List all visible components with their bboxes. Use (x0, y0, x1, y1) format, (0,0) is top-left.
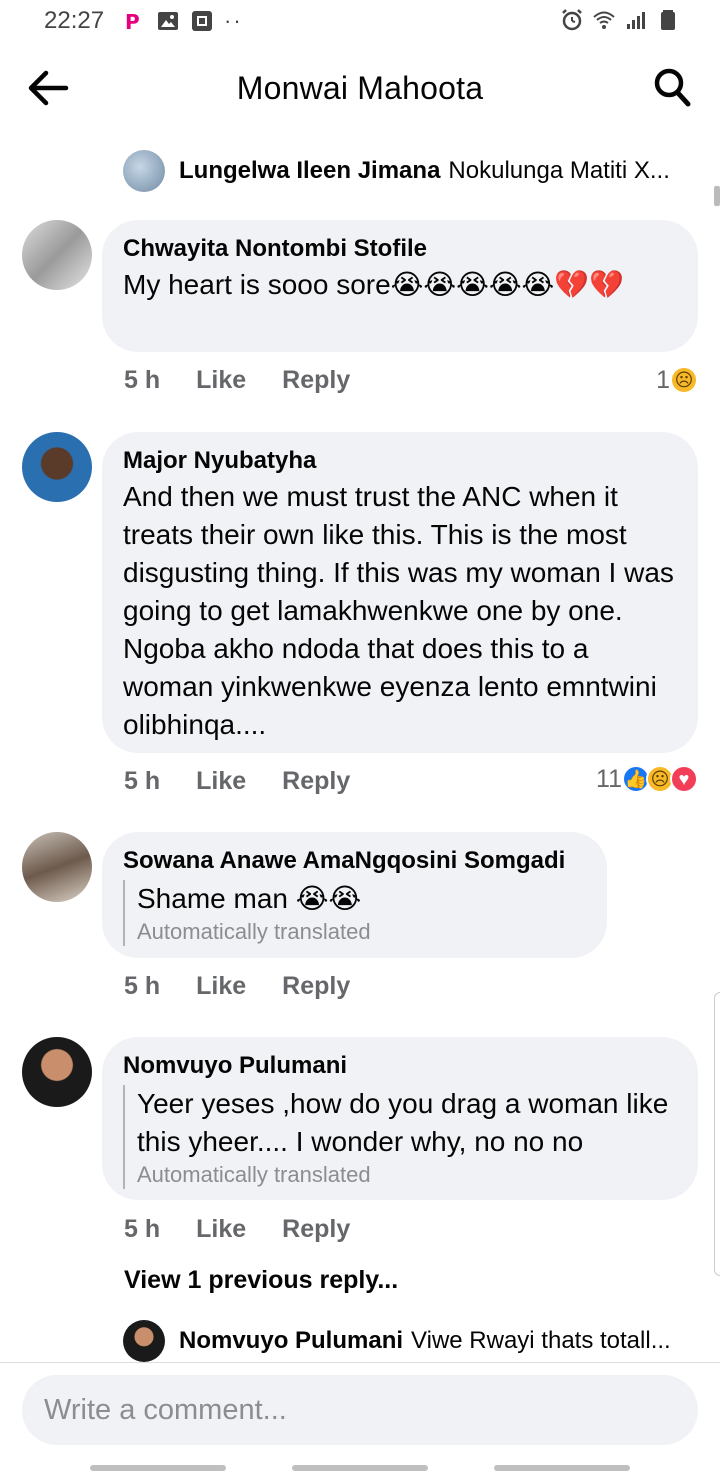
auto-translated-label[interactable]: Automatically translated (137, 918, 587, 946)
avatar[interactable] (123, 1320, 165, 1362)
avatar[interactable] (123, 150, 165, 192)
comment-bubble[interactable]: Chwayita Nontombi Stofile My heart is so… (102, 220, 698, 352)
screenshot-icon (192, 11, 212, 31)
reaction-count: 11 (596, 764, 622, 793)
comment-time[interactable]: 5 h (124, 972, 160, 1001)
comment-actions: 5 h Like Reply (124, 969, 350, 1003)
auto-translated-label[interactable]: Automatically translated (137, 1161, 678, 1189)
reaction-summary[interactable]: 1 ☹ (656, 363, 698, 397)
reply-snippet: Nokulunga Matiti X... (448, 157, 670, 184)
comment-author-name[interactable]: Chwayita Nontombi Stofile (123, 234, 678, 264)
comment-time[interactable]: 5 h (124, 366, 160, 395)
avatar[interactable] (22, 1037, 92, 1107)
reply-author-name[interactable]: Nomvuyo Pulumani (179, 1327, 403, 1355)
comment-time[interactable]: 5 h (124, 767, 160, 796)
notification-icons: P ·· (122, 8, 243, 34)
love-reaction-icon: ♥ (670, 765, 698, 793)
top-app-bar: Monwai Mahoota (0, 40, 720, 136)
comment-bubble[interactable]: Nomvuyo Pulumani Yeer yeses ,how do you … (102, 1037, 698, 1200)
edge-panel-handle[interactable] (714, 992, 720, 1276)
reply-author-name[interactable]: Lungelwa Ileen Jimana (179, 157, 440, 185)
comment-text: Shame man 😭😭 (137, 883, 362, 914)
reaction-count: 1 (656, 365, 670, 394)
translated-block: Shame man 😭😭 Automatically translated (123, 880, 587, 946)
comment-input[interactable] (22, 1375, 698, 1445)
translated-block: Yeer yeses ,how do you drag a woman like… (123, 1085, 678, 1189)
signal-icon (627, 12, 645, 29)
alarm-icon (562, 9, 582, 31)
reaction-summary[interactable]: 11 👍 ☹ ♥ (596, 762, 698, 796)
more-notifications-icon: ·· (224, 8, 243, 33)
system-icons (560, 8, 680, 32)
reply-button[interactable]: Reply (282, 366, 350, 395)
avatar[interactable] (22, 432, 92, 502)
wifi-icon (593, 11, 615, 29)
scrollbar[interactable] (714, 186, 720, 206)
nav-back-button[interactable] (494, 1465, 630, 1471)
like-button[interactable]: Like (196, 972, 246, 1001)
like-button[interactable]: Like (196, 1215, 246, 1244)
reply-button[interactable]: Reply (282, 1215, 350, 1244)
reply-snippet: Viwe Rwayi thats totall... (411, 1327, 671, 1354)
reply-button[interactable]: Reply (282, 767, 350, 796)
comment-bubble[interactable]: Major Nyubatyha And then we must trust t… (102, 432, 698, 753)
reply-preview[interactable]: Nomvuyo Pulumani Viwe Rwayi thats totall… (123, 1319, 713, 1363)
view-previous-replies-link[interactable]: View 1 previous reply... (124, 1266, 398, 1295)
comment-text: And then we must trust the ANC when it t… (123, 481, 674, 740)
comment-actions: 5 h Like Reply (124, 1212, 350, 1246)
comment-bubble[interactable]: Sowana Anawe AmaNgqosini Somgadi Shame m… (102, 832, 607, 958)
comment-author-name[interactable]: Major Nyubatyha (123, 446, 678, 476)
like-button[interactable]: Like (196, 767, 246, 796)
comment-actions: 5 h Like Reply (124, 764, 350, 798)
like-button[interactable]: Like (196, 366, 246, 395)
comment-composer[interactable] (22, 1375, 698, 1445)
gallery-icon (158, 12, 178, 30)
reply-preview[interactable]: Lungelwa Ileen Jimana Nokulunga Matiti X… (123, 149, 713, 193)
status-time: 22:27 (44, 7, 105, 34)
page-title: Monwai Mahoota (236, 70, 484, 106)
avatar[interactable] (22, 832, 92, 902)
comment-author-name[interactable]: Sowana Anawe AmaNgqosini Somgadi (123, 846, 587, 876)
comment-text: Yeer yeses ,how do you drag a woman like… (137, 1088, 669, 1157)
comment-actions: 5 h Like Reply (124, 363, 350, 397)
comment-author-name[interactable]: Nomvuyo Pulumani (123, 1051, 678, 1081)
reply-button[interactable]: Reply (282, 972, 350, 1001)
avatar[interactable] (22, 220, 92, 290)
sad-reaction-icon: ☹ (670, 366, 698, 394)
nav-home-button[interactable] (292, 1465, 428, 1471)
p-app-icon: P (125, 10, 140, 33)
system-navigation-bar (0, 1462, 720, 1480)
nav-recents-button[interactable] (90, 1465, 226, 1471)
battery-icon (661, 10, 675, 30)
comment-text: My heart is sooo sore😭😭😭😭😭💔💔 (123, 269, 624, 300)
status-bar: 22:27 P ·· (0, 0, 720, 40)
svg-text:P: P (125, 10, 140, 33)
search-icon[interactable] (652, 66, 692, 108)
comment-time[interactable]: 5 h (124, 1215, 160, 1244)
